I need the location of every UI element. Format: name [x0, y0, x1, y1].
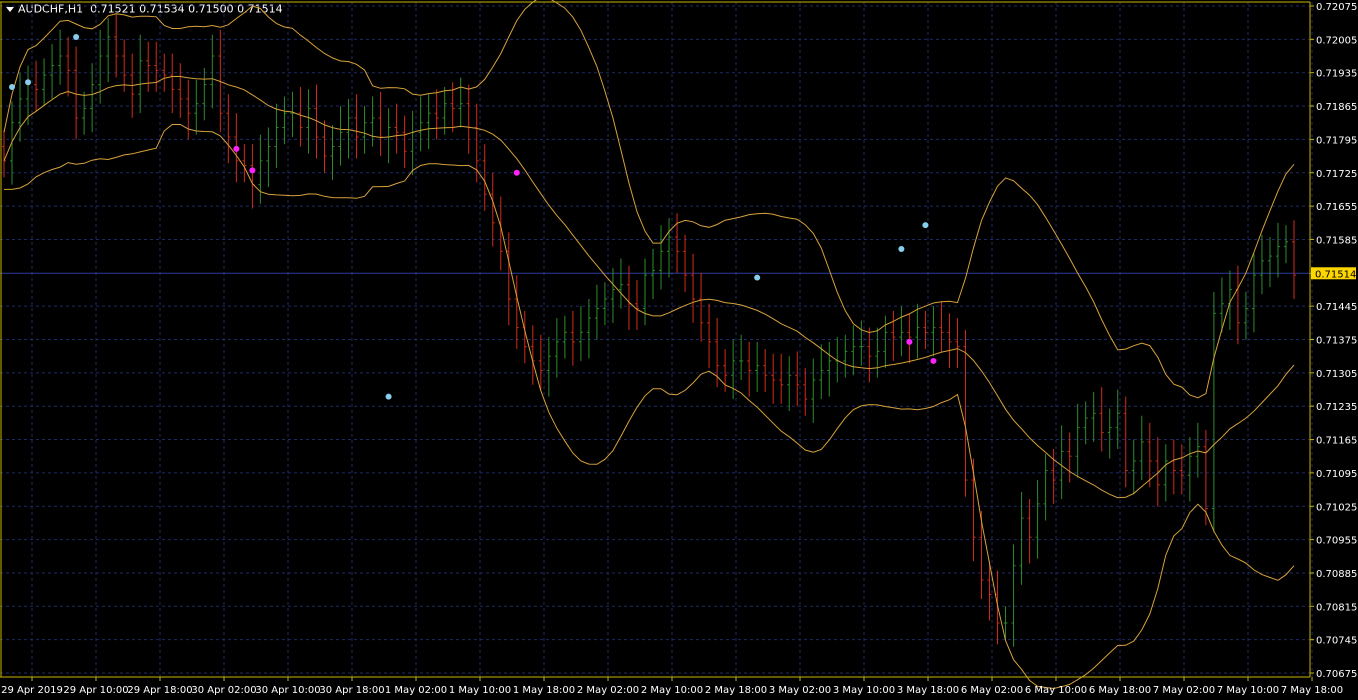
- x-tick-label: 7 May 02:00: [1153, 685, 1215, 696]
- signal-up-dot: [898, 245, 905, 252]
- signal-up-dot: [922, 222, 929, 229]
- x-tick-label: 29 Apr 18:00: [127, 685, 192, 696]
- x-tick-label: 7 May 18:00: [1281, 685, 1343, 696]
- x-tick-label: 29 Apr 2019: [1, 685, 63, 696]
- y-tick-label: 0.71795: [1316, 135, 1357, 146]
- x-tick-label: 2 May 10:00: [641, 685, 703, 696]
- y-tick-label: 0.71025: [1316, 502, 1357, 513]
- y-tick-label: 0.71095: [1316, 469, 1357, 480]
- x-tick-label: 30 Apr 02:00: [191, 685, 256, 696]
- x-tick-label: 3 May 02:00: [769, 685, 831, 696]
- y-tick-label: 0.70745: [1316, 636, 1357, 647]
- y-tick-label: 0.71235: [1316, 402, 1357, 413]
- signal-up-dot: [25, 79, 32, 86]
- x-tick-label: 2 May 02:00: [577, 685, 639, 696]
- signal-down-dot: [233, 145, 240, 152]
- signal-up-dot: [385, 393, 392, 400]
- signal-up-dot: [9, 83, 16, 90]
- x-tick-label: 2 May 18:00: [705, 685, 767, 696]
- signal-down-dot: [906, 338, 913, 345]
- upper-band: [3, 0, 1295, 399]
- y-tick-label: 0.71585: [1316, 235, 1357, 246]
- x-tick-label: 30 Apr 10:00: [255, 685, 320, 696]
- y-tick-label: 0.71445: [1316, 302, 1357, 313]
- y-tick-label: 0.70675: [1316, 669, 1357, 680]
- signal-down-dot: [930, 357, 937, 364]
- signal-up-dot: [754, 274, 761, 281]
- x-tick-label: 1 May 02:00: [385, 685, 447, 696]
- y-tick-label: 0.71655: [1316, 202, 1357, 213]
- y-tick-label: 0.71305: [1316, 369, 1357, 380]
- x-tick-label: 6 May 02:00: [961, 685, 1023, 696]
- x-tick-label: 6 May 10:00: [1025, 685, 1087, 696]
- signal-up-dot: [73, 33, 80, 40]
- y-tick-label: 0.71165: [1316, 436, 1357, 447]
- price-chart[interactable]: 0.72075 0.72005 0.71935 0.71865 0.71795 0.717…: [0, 0, 1358, 700]
- x-tick-label: 1 May 10:00: [449, 685, 511, 696]
- x-tick-label: 30 Apr 18:00: [319, 685, 384, 696]
- x-tick-label: 6 May 18:00: [1089, 685, 1151, 696]
- y-tick-label: 0.72005: [1316, 35, 1357, 46]
- x-tick-label: 29 Apr 10:00: [63, 685, 128, 696]
- x-tick-label: 7 May 10:00: [1217, 685, 1279, 696]
- x-tick-label: 1 May 18:00: [513, 685, 575, 696]
- y-tick-label: 0.70955: [1316, 536, 1357, 547]
- y-tick-label: 0.70815: [1316, 602, 1357, 613]
- signal-down-dot: [249, 167, 256, 174]
- y-tick-label: 0.70885: [1316, 569, 1357, 580]
- signal-down-dot: [513, 169, 520, 176]
- y-tick-label: 0.71375: [1316, 336, 1357, 347]
- x-tick-label: 3 May 10:00: [833, 685, 895, 696]
- y-tick-label: 0.72075: [1316, 2, 1357, 13]
- current-price-label: 0.71514: [1315, 269, 1356, 280]
- y-tick-label: 0.71935: [1316, 69, 1357, 80]
- y-tick-label: 0.71725: [1316, 169, 1357, 180]
- y-tick-label: 0.71865: [1316, 102, 1357, 113]
- x-tick-label: 3 May 18:00: [897, 685, 959, 696]
